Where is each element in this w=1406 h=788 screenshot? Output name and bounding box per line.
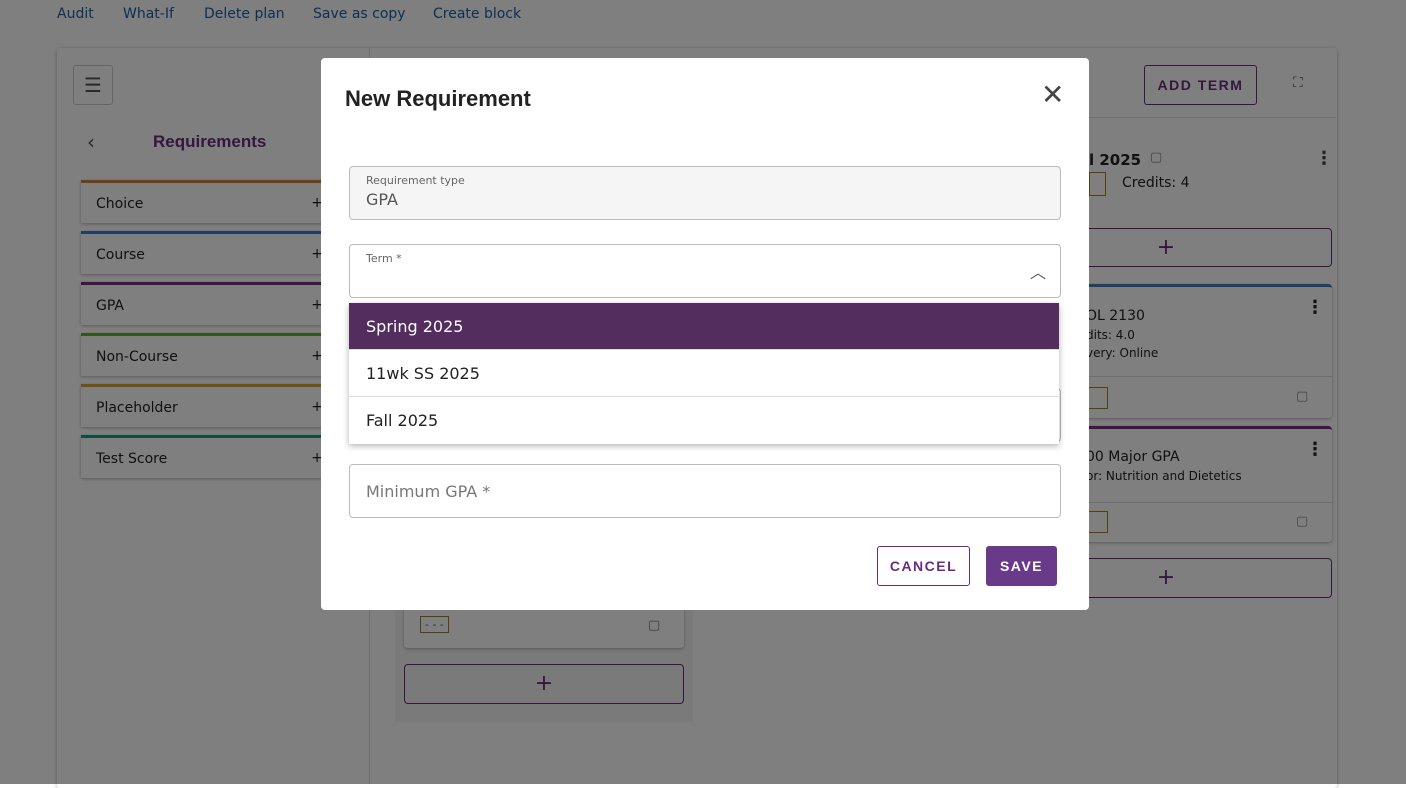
term-option-spring-2025[interactable]: Spring 2025 [349, 303, 1059, 350]
field-placeholder: Minimum GPA * [366, 482, 491, 501]
term-dropdown: Spring 2025 11wk SS 2025 Fall 2025 [349, 303, 1059, 444]
chevron-up-icon[interactable]: ︿ [1030, 259, 1046, 283]
term-select[interactable]: Term * ︿ [349, 244, 1061, 298]
cancel-button[interactable]: CANCEL [877, 546, 970, 586]
requirement-type-field: Requirement type GPA [349, 166, 1061, 220]
field-label: Term * [366, 252, 402, 265]
minimum-gpa-input[interactable]: Minimum GPA * [349, 464, 1061, 518]
field-value: GPA [366, 190, 398, 209]
new-requirement-dialog: New Requirement ✕ Requirement type GPA T… [321, 58, 1089, 610]
term-option-11wk-ss-2025[interactable]: 11wk SS 2025 [349, 350, 1059, 397]
dialog-title: New Requirement [345, 86, 531, 111]
field-label: Requirement type [366, 174, 465, 187]
term-option-fall-2025[interactable]: Fall 2025 [349, 397, 1059, 444]
save-button[interactable]: SAVE [986, 546, 1057, 586]
close-icon[interactable]: ✕ [1041, 78, 1064, 111]
